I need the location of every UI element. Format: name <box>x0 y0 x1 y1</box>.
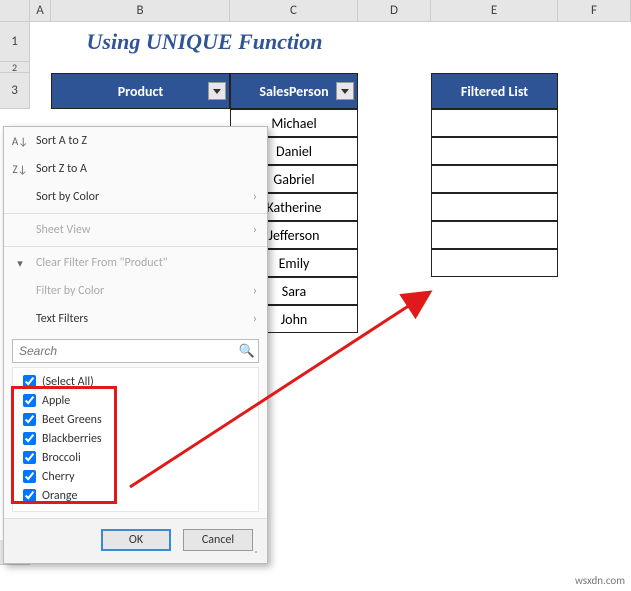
dropdown-buttons: OK Cancel <box>4 518 267 563</box>
filter-item-label: Apple <box>42 394 70 408</box>
filter-item-cherry[interactable]: Cherry <box>21 467 254 486</box>
header-filtered-list[interactable]: Filtered List <box>431 73 558 109</box>
ok-button[interactable]: OK <box>101 529 171 551</box>
resize-grip-icon[interactable] <box>255 551 265 561</box>
col-header-C[interactable]: C <box>230 0 358 22</box>
filter-item-select-all[interactable]: (Select All) <box>21 372 254 391</box>
cell-filtered-3[interactable] <box>431 165 558 193</box>
header-product-label: Product <box>118 83 164 100</box>
row-headers: 1 2 3 <box>0 22 30 109</box>
filter-search[interactable]: 🔍 <box>12 339 259 363</box>
header-product[interactable]: Product <box>51 73 230 109</box>
filter-item-list: (Select All) Apple Beet Greens Blackberr… <box>12 367 259 512</box>
col-header-A[interactable]: A <box>30 0 51 22</box>
sort-za-icon: Z↓ <box>12 161 28 177</box>
row-header-1[interactable]: 1 <box>0 22 30 62</box>
filter-button-salesperson[interactable] <box>336 82 354 100</box>
text-filters-label: Text Filters <box>36 312 88 326</box>
chevron-right-icon: › <box>253 223 257 237</box>
filter-item-beet-greens[interactable]: Beet Greens <box>21 410 254 429</box>
page-title: Using UNIQUE Function <box>51 22 358 62</box>
separator <box>4 213 267 214</box>
text-filters[interactable]: Text Filters › <box>4 305 267 333</box>
col-header-B[interactable]: B <box>51 0 230 22</box>
header-salesperson[interactable]: SalesPerson <box>230 73 358 109</box>
filter-item-blackberries[interactable]: Blackberries <box>21 429 254 448</box>
separator <box>4 246 267 247</box>
sort-za-label: Sort Z to A <box>36 162 87 176</box>
sort-az-label: Sort A to Z <box>36 134 87 148</box>
filter-item-label: Broccoli <box>42 451 81 465</box>
checkbox[interactable] <box>23 432 36 445</box>
cell-filtered-1[interactable] <box>431 109 558 137</box>
checkbox[interactable] <box>23 470 36 483</box>
row-header-3[interactable]: 3 <box>0 73 30 109</box>
clear-filter-icon: ▾ <box>12 255 28 271</box>
filter-by-color-label: Filter by Color <box>36 284 104 298</box>
filter-item-label: Cherry <box>42 470 75 484</box>
filter-item-label: Beet Greens <box>42 413 102 427</box>
checkbox[interactable] <box>23 375 36 388</box>
watermark: wsxdn.com <box>575 574 625 587</box>
filter-dropdown: A↓ Sort A to Z Z↓ Sort Z to A Sort by Co… <box>3 126 268 564</box>
cell-filtered-4[interactable] <box>431 193 558 221</box>
filter-item-orange[interactable]: Orange <box>21 486 254 505</box>
filter-item-apple[interactable]: Apple <box>21 391 254 410</box>
filter-button-product[interactable] <box>208 82 226 100</box>
filter-search-input[interactable] <box>13 344 236 358</box>
row-header-2[interactable]: 2 <box>0 62 30 73</box>
col-header-E[interactable]: E <box>431 0 558 22</box>
col-header-D[interactable]: D <box>358 0 431 22</box>
chevron-right-icon: › <box>253 284 257 298</box>
sort-za[interactable]: Z↓ Sort Z to A <box>4 155 267 183</box>
filter-by-color: Filter by Color › <box>4 277 267 305</box>
col-header-F[interactable]: F <box>558 0 631 22</box>
sort-by-color[interactable]: Sort by Color › <box>4 183 267 211</box>
clear-filter: ▾ Clear Filter From "Product" <box>4 249 267 277</box>
header-filtered-label: Filtered List <box>461 83 528 100</box>
filter-item-broccoli[interactable]: Broccoli <box>21 448 254 467</box>
sort-by-color-label: Sort by Color <box>36 190 99 204</box>
checkbox[interactable] <box>23 451 36 464</box>
sheet-view: Sheet View › <box>4 216 267 244</box>
clear-filter-label: Clear Filter From "Product" <box>36 256 168 270</box>
cell-filtered-6[interactable] <box>431 249 558 277</box>
checkbox[interactable] <box>23 489 36 502</box>
chevron-right-icon: › <box>253 312 257 326</box>
cell-filtered-5[interactable] <box>431 221 558 249</box>
chevron-right-icon: › <box>253 190 257 204</box>
filter-item-label: (Select All) <box>42 375 94 389</box>
cell-filtered-2[interactable] <box>431 137 558 165</box>
filter-item-label: Blackberries <box>42 432 102 446</box>
sort-az[interactable]: A↓ Sort A to Z <box>4 127 267 155</box>
filter-item-label: Orange <box>42 489 77 503</box>
column-headers: A B C D E F <box>0 0 631 22</box>
checkbox[interactable] <box>23 413 36 426</box>
sheet-view-label: Sheet View <box>36 223 90 237</box>
header-salesperson-label: SalesPerson <box>259 83 328 100</box>
select-all-corner[interactable] <box>0 0 30 22</box>
search-icon: 🔍 <box>236 344 258 359</box>
cancel-button[interactable]: Cancel <box>183 529 253 551</box>
checkbox[interactable] <box>23 394 36 407</box>
sort-az-icon: A↓ <box>12 133 28 149</box>
